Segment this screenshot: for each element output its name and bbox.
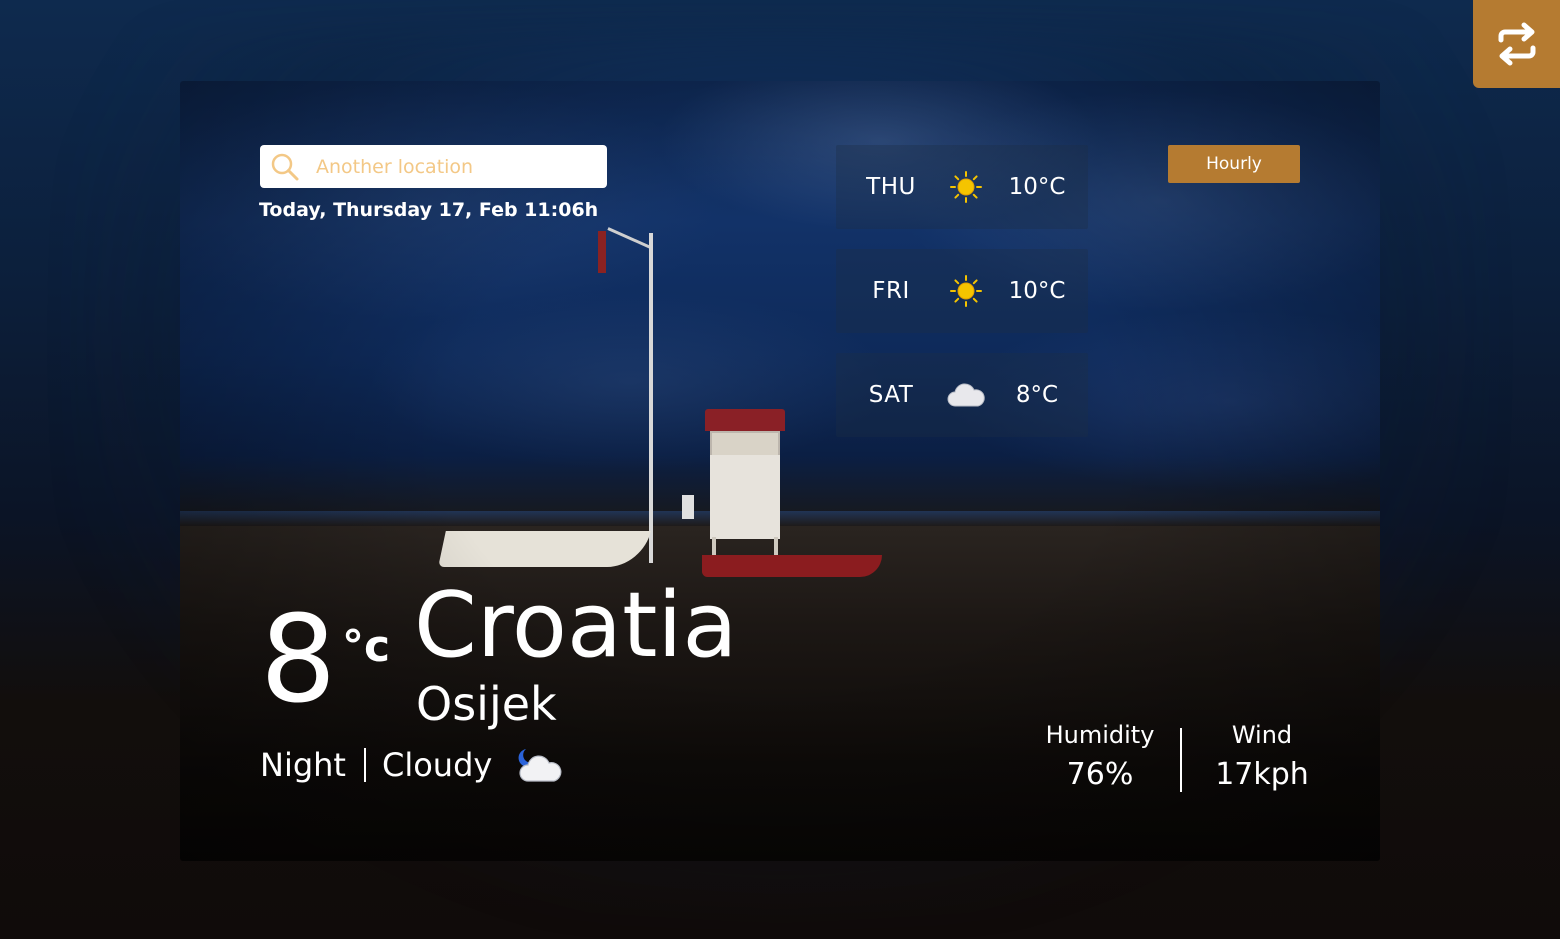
sun-icon bbox=[946, 167, 986, 207]
condition-text: Cloudy bbox=[381, 746, 493, 784]
search-input[interactable] bbox=[314, 154, 588, 179]
wind-value: 17kph bbox=[1215, 757, 1309, 792]
forecast-temp: 8°C bbox=[1015, 382, 1059, 408]
city-name: Osijek bbox=[416, 677, 557, 731]
repeat-arrows-icon bbox=[1498, 22, 1535, 66]
night-cloud-icon bbox=[518, 749, 562, 782]
forecast-day-fri: FRI 10°C bbox=[836, 249, 1088, 333]
humidity-label: Humidity bbox=[1045, 721, 1155, 749]
search-bar[interactable] bbox=[260, 145, 607, 188]
country-name: Croatia bbox=[414, 573, 738, 678]
forecast-day-name: THU bbox=[866, 174, 916, 200]
weather-stats: Humidity 76% Wind 17kph bbox=[1020, 721, 1342, 792]
time-of-day: Night bbox=[260, 746, 346, 784]
wind-stat: Wind 17kph bbox=[1182, 721, 1342, 792]
forecast-day-name: SAT bbox=[868, 382, 914, 408]
cloud-icon bbox=[946, 375, 986, 415]
sun-icon bbox=[946, 271, 986, 311]
forecast-temp: 10°C bbox=[1008, 278, 1066, 304]
forecast-temp: 10°C bbox=[1008, 174, 1066, 200]
toggle-view-button[interactable] bbox=[1473, 0, 1560, 88]
humidity-value: 76% bbox=[1066, 757, 1134, 792]
weather-card: Today, Thursday 17, Feb 11:06h THU 10°C … bbox=[180, 81, 1380, 861]
temperature-unit: °c bbox=[342, 621, 391, 672]
humidity-stat: Humidity 76% bbox=[1020, 721, 1180, 792]
current-temperature: 8 bbox=[260, 591, 337, 730]
forecast-day-sat: SAT 8°C bbox=[836, 353, 1088, 437]
hourly-button[interactable]: Hourly bbox=[1168, 145, 1300, 183]
date-time: Today, Thursday 17, Feb 11:06h bbox=[259, 199, 599, 221]
condition-divider bbox=[363, 748, 366, 782]
forecast-list: THU 10°C FRI 10°C SAT 8°C bbox=[836, 145, 1088, 457]
current-condition: Night Cloudy bbox=[260, 745, 568, 785]
forecast-day-thu: THU 10°C bbox=[836, 145, 1088, 229]
wind-label: Wind bbox=[1231, 721, 1293, 749]
forecast-day-name: FRI bbox=[872, 278, 910, 304]
search-icon bbox=[271, 153, 299, 180]
